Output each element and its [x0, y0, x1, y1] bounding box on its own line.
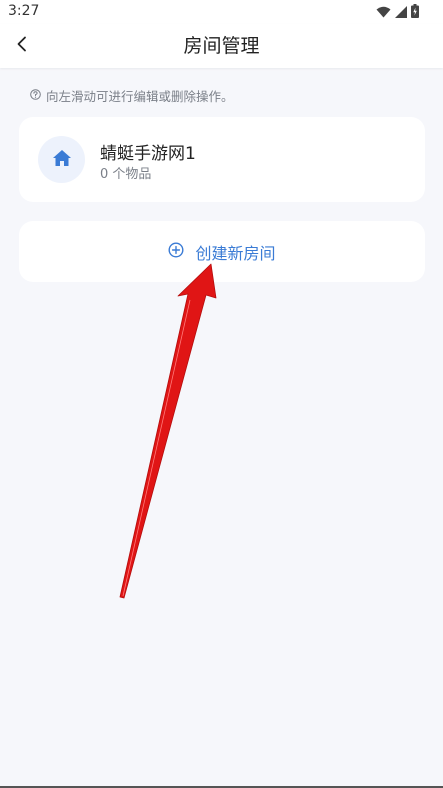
plus-circle-icon	[168, 241, 184, 262]
create-room-label: 创建新房间	[195, 243, 276, 263]
create-room-button[interactable]: 创建新房间	[19, 221, 425, 282]
room-card[interactable]: 蜻蜓手游网1 0 个物品	[19, 117, 425, 202]
home-icon	[52, 149, 72, 171]
app-bar: 房间管理	[0, 24, 443, 68]
swipe-hint-text: 向左滑动可进行编辑或删除操作。	[46, 89, 234, 104]
page-title: 房间管理	[183, 35, 260, 57]
room-item-count: 0 个物品	[100, 167, 152, 182]
status-time: 3:27	[8, 3, 40, 19]
status-bar: 3:27	[0, 0, 443, 24]
battery-icon	[411, 3, 419, 22]
question-circle-icon	[30, 88, 41, 103]
swipe-hint: 向左滑动可进行编辑或删除操作。	[30, 86, 234, 105]
status-icons	[376, 3, 419, 22]
room-name: 蜻蜓手游网1	[100, 144, 196, 164]
signal-icon	[395, 3, 407, 22]
wifi-icon	[376, 3, 391, 22]
room-avatar	[38, 136, 85, 183]
